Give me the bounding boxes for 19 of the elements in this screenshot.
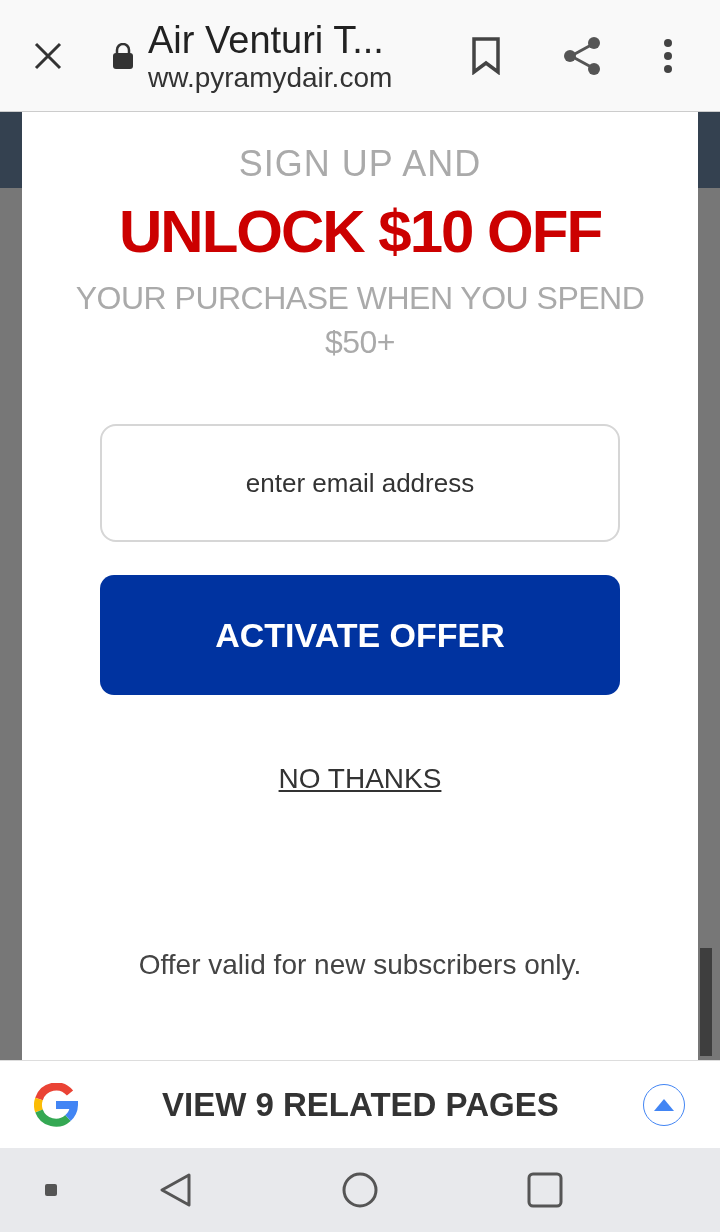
- page-title: Air Venturi T...: [148, 17, 385, 62]
- no-thanks-link[interactable]: NO THANKS: [278, 763, 442, 795]
- back-button[interactable]: [159, 1172, 193, 1208]
- bookmark-icon[interactable]: [471, 36, 501, 75]
- popup-kicker: SIGN UP AND: [238, 142, 482, 186]
- more-icon[interactable]: [663, 38, 673, 73]
- expand-button[interactable]: [643, 1083, 685, 1126]
- activate-offer-button[interactable]: ACTIVATE OFFER: [100, 575, 620, 695]
- offer-note: Offer valid for new subscribers only.: [138, 949, 582, 981]
- google-logo-icon: [34, 1082, 78, 1127]
- home-button[interactable]: [342, 1172, 378, 1208]
- caret-icon[interactable]: [654, 1098, 674, 1111]
- email-field[interactable]: enter email address: [100, 424, 620, 542]
- related-pages-label[interactable]: VIEW 9 RELATED PAGES: [162, 1085, 559, 1124]
- page-url: ww.pyramydair.com: [148, 61, 394, 94]
- popup-headline: UNLOCK $10 OFF: [118, 197, 602, 267]
- lock-icon: [112, 42, 134, 69]
- recent-apps-button[interactable]: [527, 1172, 563, 1208]
- popup-subline: YOUR PURCHASE WHEN YOU SPEND $50+: [74, 279, 646, 362]
